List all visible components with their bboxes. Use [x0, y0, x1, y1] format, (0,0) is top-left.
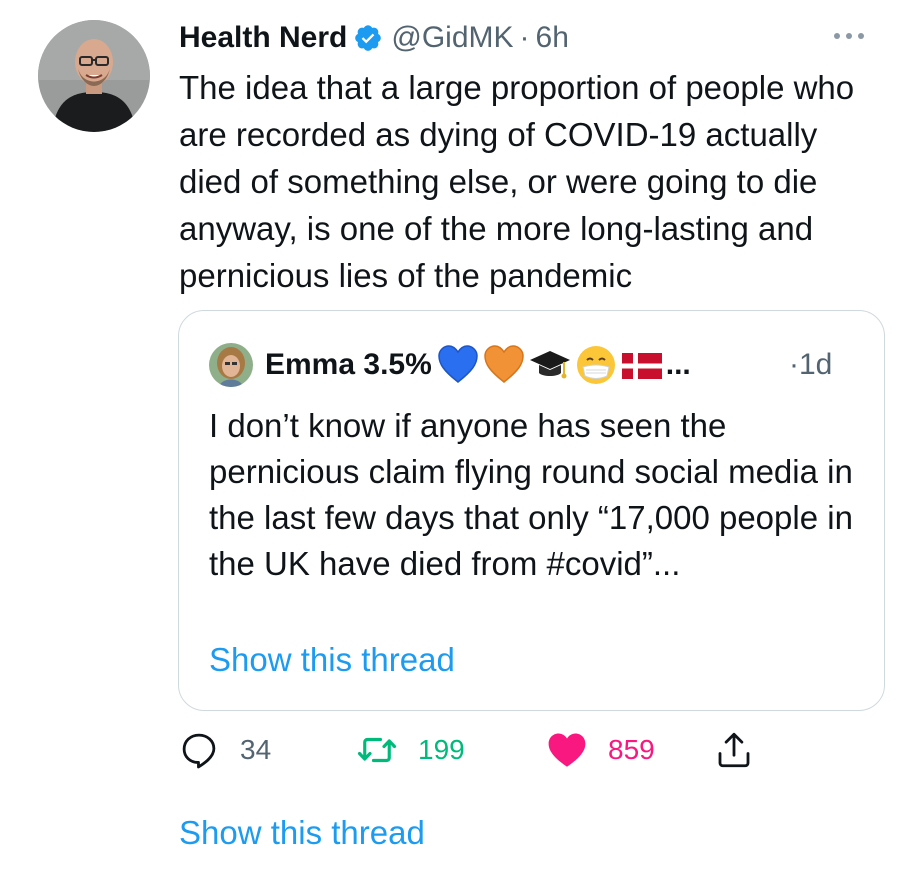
- separator-dot: ·: [519, 21, 530, 54]
- orange-heart-icon: [484, 345, 524, 383]
- quoted-author-name[interactable]: Emma 3.5%: [265, 348, 432, 382]
- name-ellipsis: ...: [665, 348, 691, 381]
- quoted-author-avatar: [209, 343, 253, 387]
- share-icon: [718, 732, 750, 768]
- quoted-time-value: 1d: [799, 348, 833, 381]
- reply-count: 34: [240, 734, 272, 765]
- quoted-tweet-time[interactable]: · 1d: [789, 343, 832, 387]
- quoted-tweet-card[interactable]: Emma 3.5% ... · 1d I don’t know if anyon…: [178, 310, 885, 711]
- retweet-count: 199: [418, 734, 465, 765]
- like-count: 859: [608, 734, 655, 765]
- more-options-icon[interactable]: [834, 29, 876, 43]
- tweet-text: The idea that a large proportion of peop…: [179, 69, 855, 294]
- share-button[interactable]: [713, 728, 755, 772]
- tweet-time[interactable]: 6h: [536, 21, 569, 55]
- tweet-header: Health Nerd @GidMK · 6h: [179, 14, 569, 62]
- reply-button[interactable]: 34: [178, 728, 271, 772]
- show-thread-link[interactable]: Show this thread: [179, 814, 425, 852]
- quoted-tweet-text: I don’t know if anyone has seen the pern…: [209, 407, 853, 582]
- graduation-cap-icon: [529, 351, 570, 379]
- blue-heart-icon: [438, 345, 478, 383]
- tweet-action-bar: 34 199 859: [0, 728, 897, 772]
- verified-badge-icon: [353, 23, 383, 53]
- reply-icon: [182, 733, 216, 769]
- denmark-flag-icon: [621, 353, 662, 379]
- heart-filled-icon: [548, 733, 586, 767]
- retweet-button[interactable]: 199: [356, 728, 465, 772]
- retweet-icon: [357, 737, 397, 763]
- quoted-show-thread-link[interactable]: Show this thread: [209, 641, 455, 679]
- like-button[interactable]: 859: [546, 728, 655, 772]
- quoted-tweet-header: Emma 3.5% ...: [209, 343, 691, 387]
- author-name[interactable]: Health Nerd: [179, 21, 347, 55]
- author-handle[interactable]: @GidMK: [391, 21, 513, 55]
- author-avatar[interactable]: [38, 20, 150, 132]
- mask-face-icon: [576, 346, 615, 384]
- quoted-separator-dot: ·: [789, 348, 799, 381]
- display-name-emojis: [436, 343, 664, 387]
